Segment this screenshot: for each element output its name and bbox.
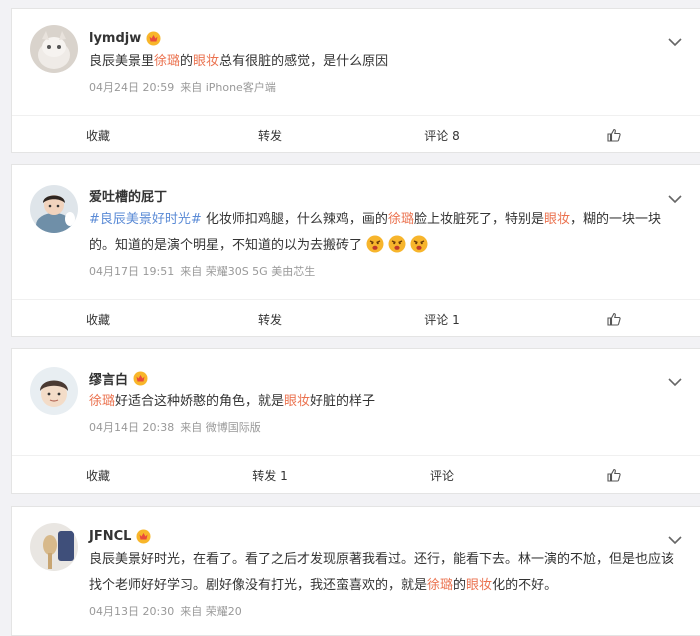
post-source: 来自 微博国际版 (180, 421, 261, 434)
post-text: 徐璐好适合这种娇憨的角色，就是眼妆好脏的样子 (89, 394, 376, 409)
username[interactable]: 爱吐槽的屁丁 (89, 186, 167, 205)
post-source: 来自 荣耀20 (180, 605, 242, 618)
angry-face-icon (410, 235, 428, 253)
chevron-down-icon[interactable] (668, 32, 682, 47)
repost-button[interactable]: 转发 1 (184, 456, 356, 493)
comment-button[interactable]: 评论 1 (356, 300, 528, 336)
post-source: 来自 iPhone客户端 (180, 81, 276, 94)
thumbs-up-icon (607, 468, 621, 482)
vip-badge-icon (133, 371, 148, 386)
avatar[interactable] (30, 185, 78, 233)
post-meta: 04月24日 20:59 来自 iPhone客户端 (89, 79, 282, 95)
username[interactable]: 缪言白 (89, 369, 128, 388)
keyword-link[interactable]: 徐璐 (427, 578, 453, 593)
post-text: 良辰美景里徐璐的眼妆总有很脏的感觉，是什么原因 (89, 54, 389, 69)
keyword-link[interactable]: 徐璐 (89, 394, 115, 409)
post-card: 爱吐槽的屁丁 #良辰美景好时光# 化妆师扣鸡腿，什么辣鸡，画的徐璐脸上妆脏死了，… (11, 164, 700, 337)
post-text: 良辰美景好时光，在看了。看了之后才发现原著我看过。还行，能看下去。林一演的不尬，… (89, 552, 675, 593)
angry-face-icon (366, 235, 384, 253)
username[interactable]: lymdjw (89, 31, 141, 46)
repost-button[interactable]: 转发 (184, 116, 356, 152)
avatar[interactable] (30, 25, 78, 73)
action-bar: 收藏 转发 评论 1 (12, 299, 700, 336)
keyword-link[interactable]: 徐璐 (388, 212, 414, 227)
favorite-button[interactable]: 收藏 (12, 116, 184, 152)
keyword-link[interactable]: 眼妆 (544, 212, 570, 227)
thumbs-up-icon (607, 312, 621, 326)
comment-button[interactable]: 评论 (356, 456, 528, 493)
thumbs-up-icon (607, 128, 621, 142)
post-source: 来自 荣耀30S 5G 美由芯生 (180, 265, 316, 278)
vip-badge-icon (146, 31, 161, 46)
username[interactable]: JFNCL (89, 529, 131, 544)
post-meta: 04月14日 20:38 来自 微博国际版 (89, 419, 267, 435)
post-meta: 04月13日 20:30 来自 荣耀20 (89, 603, 248, 619)
action-bar: 收藏 转发 评论 8 (12, 115, 700, 152)
vip-badge-icon (136, 529, 151, 544)
avatar[interactable] (30, 367, 78, 415)
chevron-down-icon[interactable] (668, 530, 682, 545)
post-card: 缪言白 徐璐好适合这种娇憨的角色，就是眼妆好脏的样子 04月14日 20:38 来… (11, 348, 700, 494)
like-button[interactable] (528, 456, 700, 493)
post-date[interactable]: 04月14日 20:38 (89, 421, 174, 434)
post-date[interactable]: 04月24日 20:59 (89, 81, 174, 94)
like-button[interactable] (528, 116, 700, 152)
post-card: lymdjw 良辰美景里徐璐的眼妆总有很脏的感觉，是什么原因 04月24日 20… (11, 8, 700, 153)
comment-button[interactable]: 评论 8 (356, 116, 528, 152)
favorite-button[interactable]: 收藏 (12, 456, 184, 493)
favorite-button[interactable]: 收藏 (12, 300, 184, 336)
keyword-link[interactable]: 眼妆 (193, 54, 219, 69)
keyword-link[interactable]: 眼妆 (284, 394, 310, 409)
comment-feed: lymdjw 良辰美景里徐璐的眼妆总有很脏的感觉，是什么原因 04月24日 20… (0, 0, 700, 636)
keyword-link[interactable]: 眼妆 (466, 578, 492, 593)
repost-button[interactable]: 转发 (184, 300, 356, 336)
topic-link[interactable]: #良辰美景好时光# (89, 212, 202, 227)
post-date[interactable]: 04月17日 19:51 (89, 265, 174, 278)
like-button[interactable] (528, 300, 700, 336)
keyword-link[interactable]: 徐璐 (154, 54, 180, 69)
angry-face-icon (388, 235, 406, 253)
post-meta: 04月17日 19:51 来自 荣耀30S 5G 美由芯生 (89, 263, 321, 279)
avatar[interactable] (30, 523, 78, 571)
chevron-down-icon[interactable] (668, 189, 682, 204)
post-card: JFNCL 良辰美景好时光，在看了。看了之后才发现原著我看过。还行，能看下去。林… (11, 506, 700, 636)
post-date[interactable]: 04月13日 20:30 (89, 605, 174, 618)
action-bar: 收藏 转发 1 评论 (12, 455, 700, 493)
chevron-down-icon[interactable] (668, 372, 682, 387)
post-text: #良辰美景好时光# 化妆师扣鸡腿，什么辣鸡，画的徐璐脸上妆脏死了，特别是眼妆，糊… (89, 212, 661, 253)
